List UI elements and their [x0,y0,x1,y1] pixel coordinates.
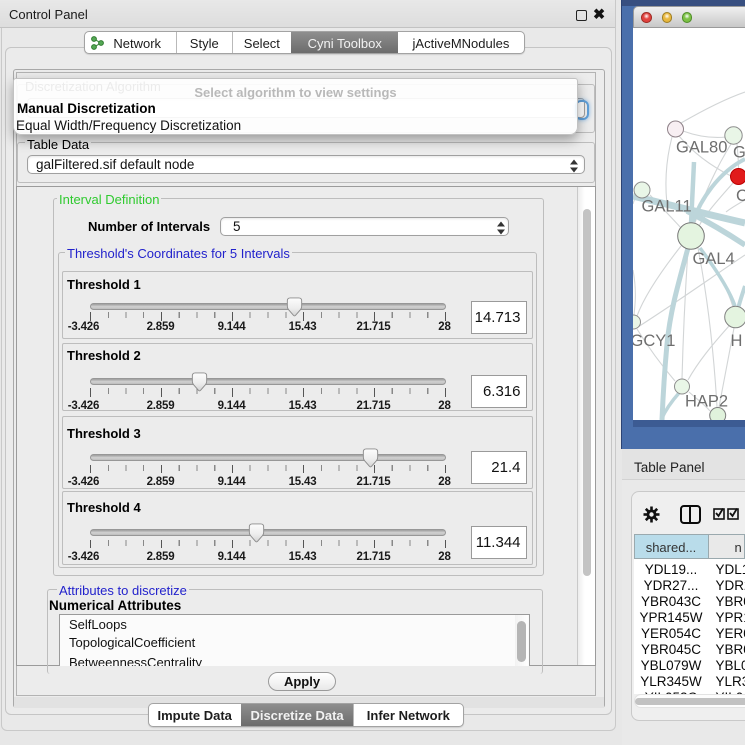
svg-text:GAL4: GAL4 [693,250,735,268]
svg-text:G.: G. [733,144,745,162]
svg-text:C: C [736,187,745,205]
svg-text:HAP2: HAP2 [685,393,728,411]
svg-text:GAL80: GAL80 [676,139,727,157]
svg-text:H: H [731,332,743,350]
svg-text:GAL11: GAL11 [642,198,692,216]
svg-text:GCY1: GCY1 [633,332,675,350]
